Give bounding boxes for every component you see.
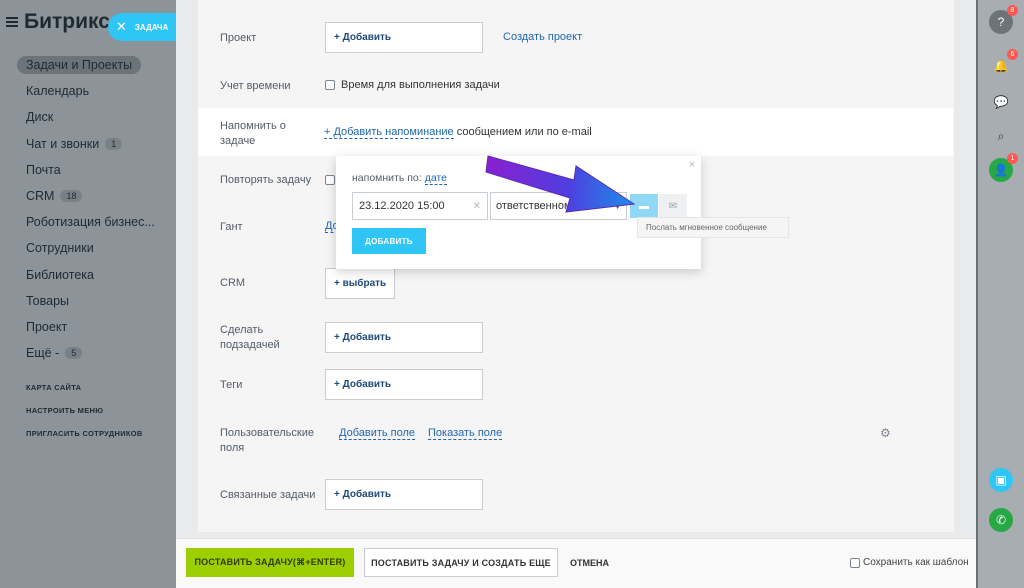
- add-field-link[interactable]: Добавить поле: [339, 427, 416, 440]
- sidebar-item-library[interactable]: Библиотека: [0, 262, 176, 288]
- sitemap-link[interactable]: КАРТА САЙТА: [0, 376, 176, 399]
- sidebar-item-products[interactable]: Товары: [0, 288, 176, 314]
- annotation-arrow-icon: [485, 155, 636, 213]
- save-template-row[interactable]: Сохранить как шаблон: [850, 557, 969, 568]
- close-icon[interactable]: ✕: [116, 19, 127, 35]
- search-icon[interactable]: ⌕: [989, 124, 1013, 148]
- create-project-link[interactable]: Создать проект: [503, 31, 582, 43]
- sidebar-item-chat[interactable]: Чат и звонки 1: [0, 131, 176, 157]
- datetime-value: 23.12.2020 15:00: [359, 200, 445, 212]
- sidebar-item-mail[interactable]: Почта: [0, 157, 176, 183]
- sidebar-item-employees[interactable]: Сотрудники: [0, 235, 176, 261]
- notify-badge: 6: [1007, 49, 1018, 60]
- remind-by-label: напомнить по:: [352, 172, 422, 184]
- bell-icon[interactable]: 🔔 6: [989, 49, 1018, 78]
- tags-add-button[interactable]: + Добавить: [325, 369, 483, 400]
- related-tasks-label: Связанные задачи: [220, 489, 316, 501]
- datetime-input[interactable]: 23.12.2020 15:00 ✕: [352, 192, 488, 220]
- time-tracking-checkbox-row[interactable]: Время для выполнения задачи: [325, 79, 500, 91]
- sidebar-item-automation[interactable]: Роботизация бизнес...: [0, 209, 176, 235]
- show-field-link[interactable]: Показать поле: [428, 427, 503, 440]
- save-template-checkbox[interactable]: [850, 557, 860, 568]
- clear-icon[interactable]: ✕: [473, 201, 481, 212]
- mobile-icon[interactable]: ▣: [989, 468, 1013, 492]
- email-mode-button[interactable]: ✉: [659, 194, 687, 218]
- custom-fields-label: Пользовательские поля: [220, 427, 314, 454]
- configure-menu-link[interactable]: НАСТРОИТЬ МЕНЮ: [0, 399, 176, 422]
- help-badge: 8: [1007, 5, 1018, 16]
- add-reminder-link[interactable]: + Добавить напоминание: [324, 126, 454, 139]
- sidebar-item-calendar[interactable]: Календарь: [0, 78, 176, 104]
- repeat-checkbox[interactable]: [325, 175, 335, 185]
- sidebar-item-crm[interactable]: CRM 18: [0, 183, 176, 209]
- task-slider-tag[interactable]: ✕ ЗАДАЧА: [108, 13, 176, 41]
- project-add-button[interactable]: + Добавить: [325, 22, 483, 53]
- project-label: Проект: [220, 32, 257, 44]
- time-tracking-checkbox-label: Время для выполнения задачи: [341, 79, 500, 91]
- crm-label: CRM: [220, 277, 246, 289]
- task-tag-label: ЗАДАЧА: [134, 22, 169, 32]
- phone-icon[interactable]: ✆: [989, 508, 1013, 532]
- reminder-rest-text: сообщением или по e-mail: [456, 126, 592, 138]
- reminder-line: + Добавить напоминание сообщением или по…: [324, 126, 592, 139]
- counter-badge: 1: [105, 137, 123, 150]
- sidebar-item-disk[interactable]: Диск: [0, 104, 176, 130]
- counter-badge: 18: [60, 190, 83, 203]
- task-footer: ПОСТАВИТЬ ЗАДАЧУ(⌘+ENTER) ПОСТАВИТЬ ЗАДА…: [176, 538, 976, 588]
- user-badge: 1: [1007, 153, 1018, 164]
- chat-icon[interactable]: 💬: [989, 90, 1013, 114]
- remind-by-row: напомнить по: дате: [352, 172, 447, 185]
- left-sidebar: Битрикс 24 Задачи и Проекты Календарь Ди…: [0, 0, 176, 588]
- divider: [0, 366, 176, 376]
- invite-users-link[interactable]: ПРИГЛАСИТЬ СОТРУДНИКОВ: [0, 422, 176, 445]
- subtask-add-button[interactable]: + Добавить: [325, 322, 483, 353]
- gantt-label: Гант: [220, 221, 243, 233]
- remind-by-date-link[interactable]: дате: [424, 172, 447, 185]
- right-toolbar: ? 8 🔔 6 💬 ⌕ 👤 1 ▣ ✆: [978, 0, 1024, 588]
- counter-badge: 5: [65, 347, 83, 360]
- tooltip: Послать мгновенное сообщение: [637, 217, 789, 238]
- time-tracking-label: Учет времени: [220, 80, 291, 92]
- submit-and-create-button[interactable]: ПОСТАВИТЬ ЗАДАЧУ И СОЗДАТЬ ЕЩЕ: [364, 548, 558, 577]
- task-form-panel: Проект + Добавить Создать проект Учет вр…: [176, 0, 976, 538]
- repeat-label: Повторять задачу: [220, 174, 312, 186]
- time-tracking-checkbox[interactable]: [325, 80, 335, 90]
- related-add-button[interactable]: + Добавить: [325, 479, 483, 510]
- reminder-label: Напомнить о задаче: [220, 120, 286, 147]
- help-icon[interactable]: ? 8: [989, 5, 1018, 34]
- save-template-label: Сохранить как шаблон: [863, 557, 969, 568]
- submit-task-button[interactable]: ПОСТАВИТЬ ЗАДАЧУ(⌘+ENTER): [186, 548, 354, 577]
- sidebar-item-more[interactable]: Ещё -5: [0, 340, 176, 366]
- cancel-button[interactable]: ОТМЕНА: [570, 558, 609, 568]
- user-avatar-icon[interactable]: 👤 1: [989, 153, 1018, 182]
- crm-select-button[interactable]: + выбрать: [325, 268, 395, 299]
- close-icon[interactable]: ×: [689, 159, 695, 171]
- sidebar-item-tasks[interactable]: Задачи и Проекты: [0, 52, 176, 78]
- sidebar-nav: Задачи и Проекты Календарь Диск Чат и зв…: [0, 52, 176, 445]
- add-reminder-button[interactable]: ДОБАВИТЬ: [352, 228, 426, 254]
- tags-label: Теги: [220, 379, 243, 391]
- gear-icon[interactable]: ⚙: [880, 426, 891, 440]
- envelope-icon: ✉: [668, 200, 678, 212]
- sidebar-item-project[interactable]: Проект: [0, 314, 176, 340]
- menu-icon[interactable]: [6, 17, 18, 27]
- subtask-label: Сделать подзадачей: [220, 324, 280, 351]
